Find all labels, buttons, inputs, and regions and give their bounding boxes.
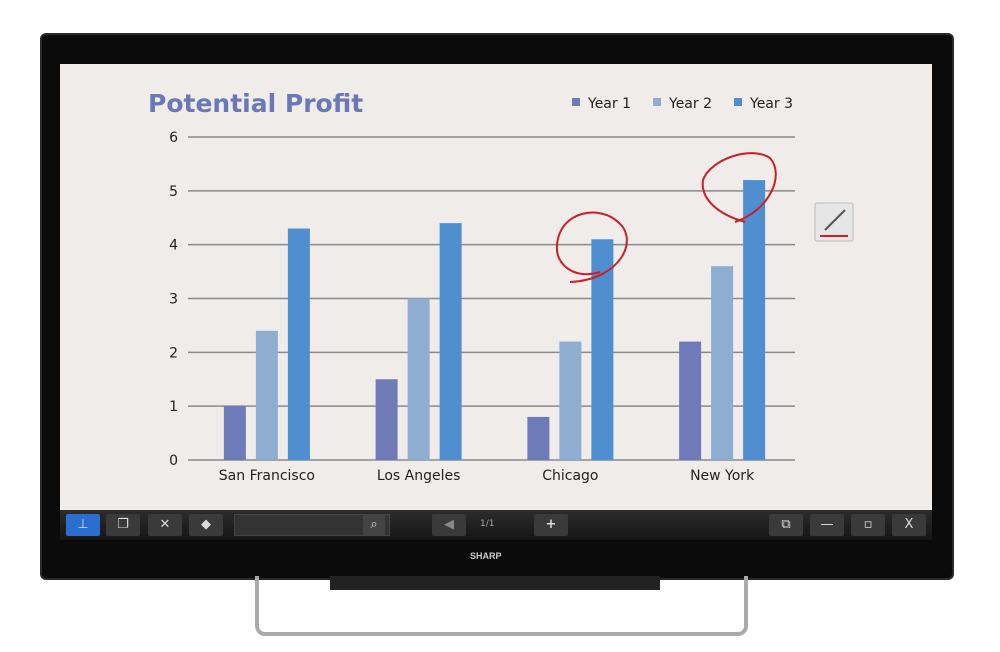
y-tick-label: 0 [169,453,178,469]
bar-chart: Potential Profit 0 1 2 3 4 5 6 San Francisco Los… [148,89,854,484]
legend-swatch [572,98,580,106]
x-tick-label: New York [690,468,755,484]
bar-year-1 [527,416,550,460]
legend-label: Year 1 [587,96,631,112]
search-icon[interactable]: ⌕ [363,514,385,536]
y-tick-label: 4 [169,238,178,254]
page-indicator: 1/1 [480,519,495,529]
y-tick-label: 3 [169,292,178,308]
bar-year-3 [439,223,462,460]
bar-year-3 [287,228,310,460]
x-tick-label: Los Angeles [377,468,461,484]
legend-label: Year 2 [668,96,712,112]
bar-year-2 [407,298,430,460]
chart-title: Potential Profit [148,89,363,118]
add-page-button[interactable]: + [534,514,568,536]
bar-year-1 [375,379,398,460]
tools-icon[interactable]: ✕ [148,514,182,536]
y-tick-label: 1 [169,399,178,415]
bar-year-1 [679,341,702,460]
bar-year-2 [255,330,278,460]
bar-year-2 [559,341,582,460]
bar-year-2 [711,266,734,460]
bar-year-3 [591,239,614,460]
move-icon[interactable]: ◆ [189,514,223,536]
legend-label: Year 3 [749,96,793,112]
bar-year-3 [743,180,766,461]
y-tick-label: 5 [169,184,178,200]
legend-swatch [734,98,742,106]
prev-page-button[interactable]: ◀ [432,514,466,536]
legend-swatch [653,98,661,106]
y-tick-label: 2 [169,345,178,361]
pin-icon[interactable]: ⊥ [66,514,100,536]
y-tick-label: 6 [169,130,178,146]
switch-window-icon[interactable]: ⧉ [769,514,803,536]
bar-year-1 [223,406,246,460]
x-tick-label: Chicago [542,468,598,484]
close-button[interactable]: X [892,514,926,536]
restore-button[interactable]: ▫ [851,514,885,536]
toolbar: ⊥ ❐ ✕ ◆ ⌕ ◀ 1/1 + ⧉ — ▫ X [60,510,932,540]
x-tick-label: San Francisco [219,468,315,484]
pen-tool-button[interactable] [814,202,854,242]
pages-icon[interactable]: ❐ [106,514,140,536]
minimize-button[interactable]: — [810,514,844,536]
